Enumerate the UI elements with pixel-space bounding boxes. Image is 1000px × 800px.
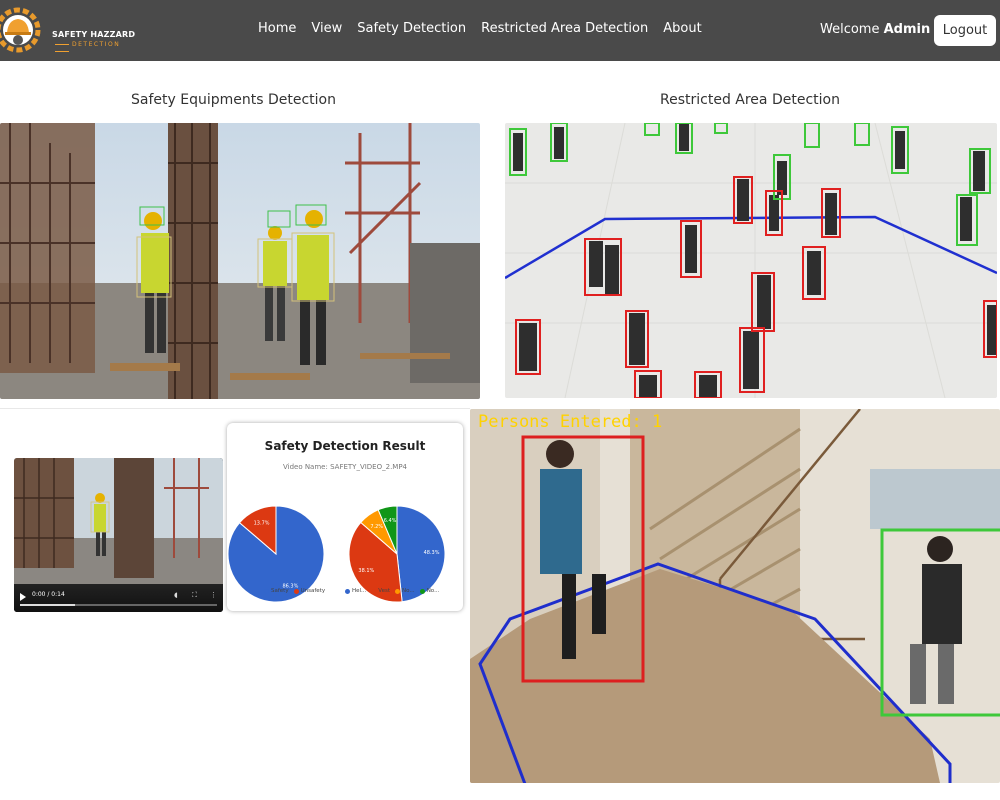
- brand-subtitle: DETECTION: [52, 41, 140, 55]
- nav-about[interactable]: About: [663, 21, 701, 41]
- pie2-legend-swatch-1: [371, 588, 377, 594]
- pie1-legend-swatch-1: [293, 588, 299, 594]
- volume-icon[interactable]: ◖: [174, 591, 178, 599]
- pie2-legend: Hel... Vest No... No...: [345, 588, 439, 594]
- restricted-section-title: Restricted Area Detection: [660, 92, 840, 108]
- navbar: SAFETY HAZZARD DETECTION Home View Safet…: [0, 0, 1000, 61]
- pie2-label-0: 48.3%: [424, 550, 440, 556]
- pie2-label-1: 38.1%: [358, 568, 374, 574]
- fullscreen-icon[interactable]: ⛶: [192, 591, 197, 600]
- pie2-legend-swatch-3: [419, 588, 425, 594]
- video-controls: 0:00 / 0:14 ◖ ⛶ ⋮: [14, 584, 223, 612]
- restricted-area-image: [505, 123, 997, 398]
- pie1-legend-label-0: Safety: [271, 588, 289, 594]
- user-name: Admin: [883, 22, 931, 37]
- video-frame: [14, 458, 223, 584]
- restricted-area-stairs-image: Persons Entered: 1: [470, 409, 1000, 783]
- nav-safety-detection[interactable]: Safety Detection: [357, 21, 466, 41]
- nav-links: Home View Safety Detection Restricted Ar…: [258, 21, 702, 41]
- safety-detection-image: [0, 123, 480, 399]
- logout-button[interactable]: Logout: [934, 15, 996, 46]
- pie2-legend-swatch-0: [345, 588, 350, 594]
- more-options-icon[interactable]: ⋮: [210, 591, 217, 599]
- safety-result-card: Safety Detection Result Video Name: SAFE…: [227, 423, 463, 611]
- pie2-legend-label-3: No...: [426, 588, 440, 594]
- pie2-legend-item-1: Vest: [371, 588, 390, 594]
- video-player[interactable]: 0:00 / 0:14 ◖ ⛶ ⋮: [14, 458, 223, 612]
- nav-home[interactable]: Home: [258, 21, 296, 41]
- section-divider: [0, 408, 470, 409]
- pie1-legend-swatch-0: [264, 588, 269, 594]
- pie2-legend-item-2: No...: [395, 588, 415, 594]
- welcome-text: Welcome Admin: [820, 22, 930, 37]
- pie-charts: 86.3%13.7%48.3%38.1%7.2%6.4%: [227, 505, 446, 603]
- pie1-label-1: 13.7%: [254, 521, 270, 527]
- pie1-legend-label-1: Unsafety: [300, 588, 326, 594]
- pie2-legend-label-1: Vest: [378, 588, 391, 594]
- nav-view[interactable]: View: [311, 21, 342, 41]
- pie2-label-2: 7.2%: [370, 524, 383, 530]
- welcome-label: Welcome: [820, 22, 880, 37]
- play-icon[interactable]: [20, 593, 26, 601]
- pie1-legend: Safety Unsafety: [264, 588, 325, 594]
- video-progress-fill: [20, 604, 75, 606]
- pie2-legend-swatch-2: [395, 588, 401, 594]
- safety-section-title: Safety Equipments Detection: [131, 92, 336, 108]
- pie2-legend-item-3: No...: [419, 588, 440, 594]
- pie2-label-3: 6.4%: [384, 518, 397, 524]
- gear-helmet-icon: [0, 7, 41, 53]
- pie2-legend-label-2: No...: [402, 588, 415, 594]
- pie2-legend-label-0: Hel...: [352, 588, 367, 594]
- nav-restricted-area-detection[interactable]: Restricted Area Detection: [481, 21, 648, 41]
- brand-logo[interactable]: SAFETY HAZZARD DETECTION: [0, 4, 140, 56]
- pie1-legend-item-1: Unsafety: [293, 588, 326, 594]
- video-time: 0:00 / 0:14: [32, 591, 65, 598]
- pie2-legend-item-0: Hel...: [345, 588, 366, 594]
- pie1-legend-item-0: Safety: [264, 588, 289, 594]
- brand-name: SAFETY HAZZARD: [52, 30, 136, 39]
- video-progress-bar[interactable]: [20, 604, 217, 606]
- persons-entered-overlay: Persons Entered: 1: [478, 412, 663, 432]
